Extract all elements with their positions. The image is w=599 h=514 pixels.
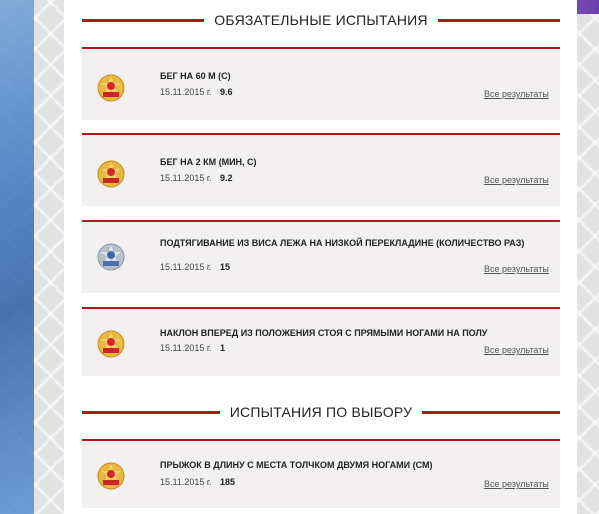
test-card: ПРЫЖОК В ДЛИНУ С МЕСТА ТОЛЧКОМ ДВУМЯ НОГ… xyxy=(82,439,560,508)
test-card: НАКЛОН ВПЕРЕД ИЗ ПОЛОЖЕНИЯ СТОЯ С ПРЯМЫМ… xyxy=(82,307,560,376)
section-title-optional: ИСПЫТАНИЯ ПО ВЫБОРУ xyxy=(229,404,413,420)
test-title: БЕГ НА 60 М (С) xyxy=(160,71,231,81)
all-results-link[interactable]: Все результаты xyxy=(484,89,549,99)
section-divider-right xyxy=(422,410,561,414)
test-title: ПОДТЯГИВАНИЕ ИЗ ВИСА ЛЕЖА НА НИЗКОЙ ПЕРЕ… xyxy=(160,238,525,248)
test-date: 15.11.2015 г. xyxy=(160,477,212,487)
test-title: БЕГ НА 2 КМ (МИН, С) xyxy=(160,157,257,167)
results-panel: ОБЯЗАТЕЛЬНЫЕ ИСПЫТАНИЯ БЕГ НА 60 М (С) 1… xyxy=(64,0,577,514)
section-divider-right xyxy=(437,18,560,22)
section-title-mandatory: ОБЯЗАТЕЛЬНЫЕ ИСПЫТАНИЯ xyxy=(214,12,428,28)
all-results-link[interactable]: Все результаты xyxy=(484,479,549,489)
test-date: 15.11.2015 г. xyxy=(160,173,212,183)
all-results-link[interactable]: Все результаты xyxy=(484,264,549,274)
section-header-mandatory: ОБЯЗАТЕЛЬНЫЕ ИСПЫТАНИЯ xyxy=(82,8,560,32)
test-date: 15.11.2015 г. xyxy=(160,343,212,353)
test-card: БЕГ НА 2 КМ (МИН, С) 15.11.2015 г. 9.2 В… xyxy=(82,133,560,206)
test-result: 9.6 xyxy=(220,87,233,97)
test-result: 9.2 xyxy=(220,173,233,183)
test-title: НАКЛОН ВПЕРЕД ИЗ ПОЛОЖЕНИЯ СТОЯ С ПРЯМЫМ… xyxy=(160,328,488,338)
section-divider-left xyxy=(82,410,220,414)
section-header-optional: ИСПЫТАНИЯ ПО ВЫБОРУ xyxy=(82,400,561,424)
all-results-link[interactable]: Все результаты xyxy=(484,175,549,185)
test-result: 1 xyxy=(220,343,226,353)
test-card: ПОДТЯГИВАНИЕ ИЗ ВИСА ЛЕЖА НА НИЗКОЙ ПЕРЕ… xyxy=(82,220,560,293)
gold-badge-icon xyxy=(97,74,125,102)
all-results-link[interactable]: Все результаты xyxy=(484,345,549,355)
section-divider-left xyxy=(82,18,205,22)
test-date: 15.11.2015 г. xyxy=(160,262,212,272)
test-result: 15 xyxy=(220,262,231,272)
test-card: БЕГ НА 60 М (С) 15.11.2015 г. 9.6 Все ре… xyxy=(82,47,560,120)
silver-badge-icon xyxy=(97,243,125,271)
test-date: 15.11.2015 г. xyxy=(160,87,212,97)
test-title: ПРЫЖОК В ДЛИНУ С МЕСТА ТОЛЧКОМ ДВУМЯ НОГ… xyxy=(160,460,433,470)
test-result: 185 xyxy=(220,477,236,487)
gold-badge-icon xyxy=(97,462,125,490)
gold-badge-icon xyxy=(97,160,125,188)
gold-badge-icon xyxy=(97,330,125,358)
background-accent-left xyxy=(0,0,34,514)
